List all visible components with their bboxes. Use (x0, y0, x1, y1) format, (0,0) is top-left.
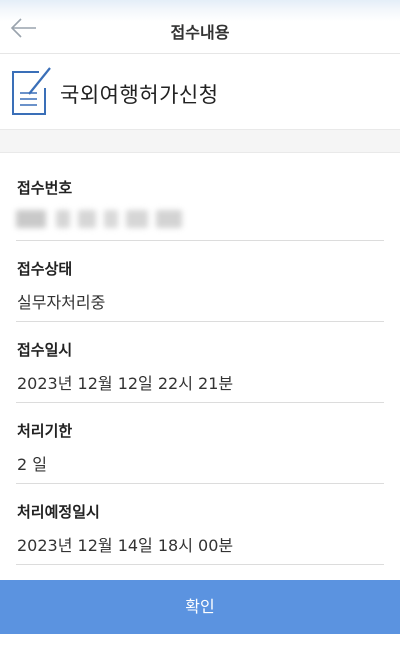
field-receipt-status: 접수상태 실무자처리중 (16, 241, 384, 322)
field-label: 처리기한 (17, 422, 73, 440)
redacted-value (16, 210, 186, 230)
field-value: 실무자처리중 (17, 293, 106, 312)
field-label: 접수번호 (17, 179, 73, 197)
document-edit-icon (12, 67, 51, 115)
field-processing-deadline: 처리기한 2 일 (16, 403, 384, 484)
field-value: 2 일 (17, 455, 47, 474)
field-receipt-datetime: 접수일시 2023년 12월 12일 22시 21분 (16, 322, 384, 403)
confirm-button[interactable]: 확인 (0, 580, 400, 634)
field-label: 접수일시 (17, 341, 73, 359)
page-title: 접수내용 (170, 23, 230, 42)
section-divider (0, 129, 400, 153)
field-receipt-number: 접수번호 (16, 160, 384, 241)
document-header: 국외여행허가신청 (0, 54, 400, 129)
field-value: 2023년 12월 14일 18시 00분 (17, 536, 234, 555)
field-value: 2023년 12월 12일 22시 21분 (17, 374, 234, 393)
field-label: 처리예정일시 (17, 503, 100, 521)
field-label: 접수상태 (17, 260, 73, 278)
document-title: 국외여행허가신청 (60, 83, 219, 107)
top-bar: 접수내용 (0, 0, 400, 54)
receipt-details: 접수번호 접수상태 실무자처리중 접수일시 2023년 12월 12일 22시 … (16, 160, 384, 565)
field-expected-completion: 처리예정일시 2023년 12월 14일 18시 00분 (16, 484, 384, 565)
